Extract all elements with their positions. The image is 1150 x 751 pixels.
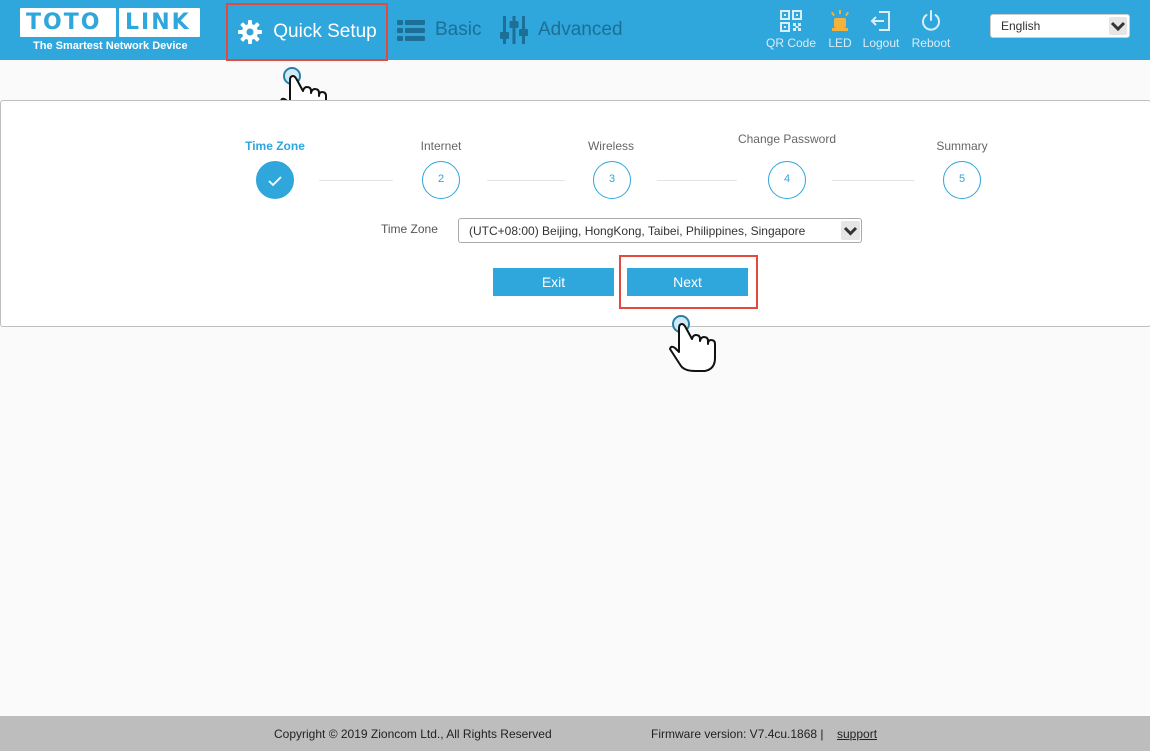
reboot-button[interactable]: Reboot (903, 10, 959, 50)
checkmark-icon (267, 176, 283, 191)
step-connector (832, 180, 914, 181)
nav-quick-setup-label: Quick Setup (273, 21, 377, 42)
top-header: TOTO LINK The Smartest Network Device Qu… (0, 0, 1150, 61)
qr-code-label: QR Code (765, 36, 817, 50)
footer: Copyright © 2019 Zioncom Ltd., All Right… (0, 716, 1150, 751)
logo-tagline: The Smartest Network Device (33, 40, 188, 52)
list-icon (397, 18, 425, 42)
qr-code-button[interactable]: QR Code (763, 10, 819, 50)
logout-label: Logout (862, 36, 900, 50)
gear-icon (237, 19, 263, 45)
nav-basic[interactable]: Basic (397, 0, 481, 60)
step-2-circle: 2 (422, 161, 460, 199)
step-5-circle: 5 (943, 161, 981, 199)
copyright-text: Copyright © 2019 Zioncom Ltd., All Right… (274, 727, 552, 741)
step-label-wireless: Wireless (587, 139, 634, 153)
reboot-label: Reboot (911, 36, 951, 50)
time-zone-value: (UTC+08:00) Beijing, HongKong, Taibei, P… (469, 224, 806, 238)
support-link[interactable]: support (837, 727, 877, 741)
next-button[interactable]: Next (627, 268, 748, 296)
step-connector (487, 180, 565, 181)
language-select[interactable]: English (990, 14, 1130, 38)
step-3-circle: 3 (593, 161, 631, 199)
sliders-icon (500, 15, 528, 45)
logout-icon (853, 10, 909, 32)
logo-toto: TOTO (20, 8, 116, 37)
step-4-circle: 4 (768, 161, 806, 199)
step-connector (319, 180, 393, 181)
step-label-summary: Summary (936, 139, 988, 153)
hand-pointer-icon (665, 314, 725, 374)
chevron-down-icon (841, 221, 860, 240)
nav-quick-setup[interactable]: Quick Setup (226, 3, 388, 61)
qr-code-icon (763, 10, 819, 32)
totolink-logo: TOTO LINK The Smartest Network Device (20, 8, 200, 54)
quick-setup-panel: Time Zone Internet Wireless Change Passw… (0, 100, 1150, 327)
logo-link: LINK (119, 8, 200, 37)
time-zone-label: Time Zone (381, 222, 438, 236)
time-zone-select[interactable]: (UTC+08:00) Beijing, HongKong, Taibei, P… (458, 218, 862, 243)
nav-advanced[interactable]: Advanced (500, 0, 623, 60)
firmware-version: Firmware version: V7.4cu.1868 | (651, 727, 824, 741)
nav-basic-label: Basic (435, 19, 482, 40)
step-1-done (256, 161, 294, 199)
language-value: English (1001, 19, 1041, 33)
exit-button[interactable]: Exit (493, 268, 614, 296)
step-connector (657, 180, 737, 181)
step-label-time-zone: Time Zone (245, 139, 305, 153)
step-label-change-password: Change Password (737, 132, 837, 146)
step-label-internet: Internet (420, 139, 462, 153)
power-icon (903, 10, 959, 32)
logout-button[interactable]: Logout (853, 10, 909, 50)
nav-advanced-label: Advanced (538, 19, 623, 40)
chevron-down-icon (1109, 17, 1127, 35)
